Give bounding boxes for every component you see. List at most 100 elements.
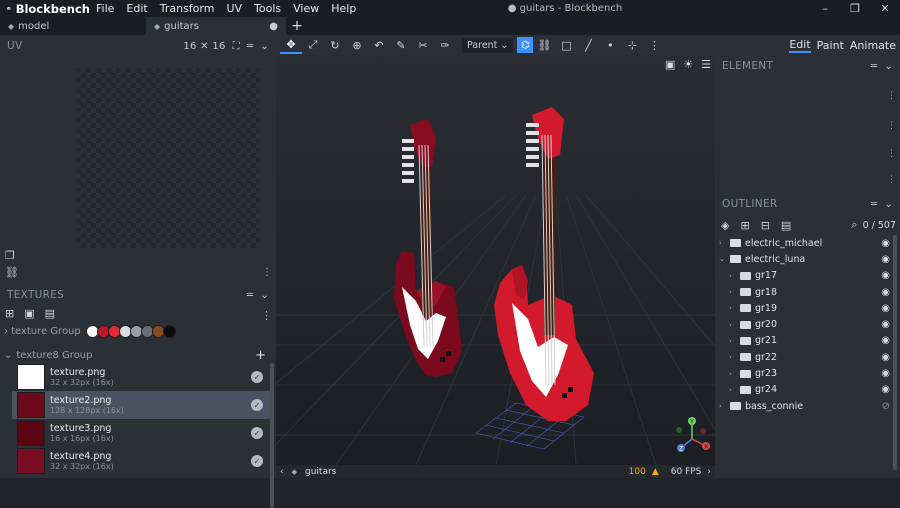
add-element-icon[interactable]: ⊞ xyxy=(740,219,749,232)
chevron-down-icon[interactable]: ⌄ xyxy=(884,199,893,210)
unsaved-indicator[interactable]: ● xyxy=(269,21,278,32)
menu-transform[interactable]: Transform xyxy=(154,0,221,17)
rotate-tool-icon[interactable]: ↻ xyxy=(324,36,346,54)
eye-off-icon[interactable]: ⊘ xyxy=(882,401,890,412)
create-texture-icon[interactable]: ▣ xyxy=(24,307,34,320)
add-cube-icon[interactable]: ◈ xyxy=(721,219,729,232)
warning-icon[interactable]: ▲ xyxy=(652,467,659,477)
chevron-right-icon[interactable]: › xyxy=(719,239,727,247)
3d-viewport[interactable]: Y X Z ▣ ☀ ☰ xyxy=(276,55,715,465)
menu-view[interactable]: View xyxy=(287,0,325,17)
mode-edit[interactable]: Edit xyxy=(789,38,811,53)
eye-icon[interactable]: ◉ xyxy=(881,287,890,298)
chevron-right-icon[interactable]: › xyxy=(729,321,737,329)
outliner-node[interactable]: › gr21 ◉ xyxy=(715,333,890,349)
close-button[interactable]: ✕ xyxy=(870,0,900,17)
brush-tool-icon[interactable]: ✎ xyxy=(390,36,412,54)
eye-icon[interactable]: ◉ xyxy=(881,319,890,330)
more-vertical-icon[interactable]: ⋮ xyxy=(261,309,272,322)
check-icon[interactable]: ✓ xyxy=(251,427,263,439)
line-icon[interactable]: ╱ xyxy=(577,36,599,54)
texture8-group-row[interactable]: ⌄ texture8 Group + xyxy=(4,348,266,363)
eye-icon[interactable]: ◉ xyxy=(881,335,890,346)
minimize-button[interactable]: – xyxy=(810,0,840,17)
menu-file[interactable]: File xyxy=(90,0,120,17)
warning-count[interactable]: 100 xyxy=(629,467,646,477)
menu-icon[interactable]: ═ xyxy=(871,61,877,72)
add-icon[interactable]: + xyxy=(255,348,266,363)
outliner-node[interactable]: › gr23 ◉ xyxy=(715,365,890,381)
pivot-mode-select[interactable]: Parent ⌄ xyxy=(462,37,514,53)
outliner-node[interactable]: › gr18 ◉ xyxy=(715,284,890,300)
texture-item[interactable]: texture4.png 32 x 32px (16x) ✓ xyxy=(12,447,270,475)
vertex-snap-icon[interactable]: ↶ xyxy=(368,36,390,54)
eye-icon[interactable]: ◉ xyxy=(881,368,890,379)
mode-animate[interactable]: Animate xyxy=(850,39,896,52)
texture-item[interactable]: texture2.png 128 x 128px (16x) ✓ xyxy=(12,391,270,419)
scrollbar[interactable] xyxy=(893,235,897,470)
chevron-down-icon[interactable]: ⌄ xyxy=(260,41,269,52)
outliner-node[interactable]: › bass_connie ⊘ xyxy=(715,398,890,414)
add-group-icon[interactable]: ⊟ xyxy=(761,219,770,232)
eye-icon[interactable]: ◉ xyxy=(881,303,890,314)
chevron-right-icon[interactable]: › xyxy=(729,304,737,312)
image-icon[interactable]: ▤ xyxy=(45,307,55,320)
magnet-icon[interactable]: ⌬ xyxy=(517,37,534,53)
chevron-right-icon[interactable]: › xyxy=(729,288,737,296)
chevron-right-icon[interactable]: › xyxy=(707,467,711,477)
eye-icon[interactable]: ◉ xyxy=(881,384,890,395)
eye-icon[interactable]: ◉ xyxy=(881,238,890,249)
outliner-node[interactable]: › gr24 ◉ xyxy=(715,382,890,398)
chevron-right-icon[interactable]: › xyxy=(4,326,8,337)
menu-icon[interactable]: ☰ xyxy=(701,58,711,71)
more-vertical-icon[interactable]: ⋮ xyxy=(887,175,896,185)
collapse-icon[interactable]: ▤ xyxy=(781,219,791,232)
search-icon[interactable]: ⌕ xyxy=(851,218,857,232)
chevron-down-icon[interactable]: ⌄ xyxy=(719,255,727,263)
lighting-icon[interactable]: ☀ xyxy=(683,58,693,71)
check-icon[interactable]: ✓ xyxy=(251,371,263,383)
menu-icon[interactable]: ═ xyxy=(247,290,253,301)
link-icon[interactable]: ⛓ xyxy=(5,266,19,279)
more-vertical-icon[interactable]: ⋮ xyxy=(887,121,896,131)
outliner-node[interactable]: › gr20 ◉ xyxy=(715,316,890,332)
eye-icon[interactable]: ◉ xyxy=(881,270,890,281)
menu-icon[interactable]: ═ xyxy=(247,41,253,52)
scrollbar[interactable] xyxy=(270,363,274,508)
import-texture-icon[interactable]: ⊞ xyxy=(5,307,14,320)
menu-icon[interactable]: ═ xyxy=(871,199,877,210)
square-select-icon[interactable]: □ xyxy=(555,36,577,54)
chevron-right-icon[interactable]: › xyxy=(729,272,737,280)
check-icon[interactable]: ✓ xyxy=(251,399,263,411)
move-tool-icon[interactable]: ✥ xyxy=(280,36,302,54)
chevron-right-icon[interactable]: › xyxy=(729,353,737,361)
fullscreen-icon[interactable]: ⛶ xyxy=(233,41,240,52)
check-icon[interactable]: ✓ xyxy=(251,455,263,467)
transform-space-icon[interactable]: ⊹ xyxy=(621,36,643,54)
chevron-right-icon[interactable]: › xyxy=(719,402,727,410)
restore-button[interactable]: ❐ xyxy=(840,0,870,17)
chevron-down-icon[interactable]: ⌄ xyxy=(4,350,12,361)
status-model-name[interactable]: guitars xyxy=(305,467,336,477)
outliner-node[interactable]: › gr22 ◉ xyxy=(715,349,890,365)
tab-guitars[interactable]: ◆ guitars ● xyxy=(146,17,286,35)
more-vertical-icon[interactable]: ⋮ xyxy=(262,267,272,278)
uv-size[interactable]: 16 ✕ 16 xyxy=(183,41,225,52)
screenshot-icon[interactable]: ▣ xyxy=(665,58,675,71)
pivot-tool-icon[interactable]: ⊕ xyxy=(346,36,368,54)
menu-uv[interactable]: UV xyxy=(220,0,248,17)
chevron-down-icon[interactable]: ⌄ xyxy=(884,61,893,72)
knife-tool-icon[interactable]: ✂ xyxy=(412,36,434,54)
copy-icon[interactable]: ❐ xyxy=(5,249,19,262)
outliner-node[interactable]: ⌄ electric_luna ◉ xyxy=(715,251,890,267)
chevron-right-icon[interactable]: › xyxy=(729,337,737,345)
measure-tool-icon[interactable]: ✑ xyxy=(434,36,456,54)
outliner-node[interactable]: › electric_michael ◉ xyxy=(715,235,890,251)
menu-help[interactable]: Help xyxy=(325,0,362,17)
tab-model[interactable]: ◆ model xyxy=(0,17,146,35)
more-vertical-icon[interactable]: ⋮ xyxy=(643,36,665,54)
resize-tool-icon[interactable]: ⤢ xyxy=(302,36,324,54)
menu-edit[interactable]: Edit xyxy=(120,0,153,17)
mode-paint[interactable]: Paint xyxy=(817,39,844,52)
outliner-node[interactable]: › gr19 ◉ xyxy=(715,300,890,316)
